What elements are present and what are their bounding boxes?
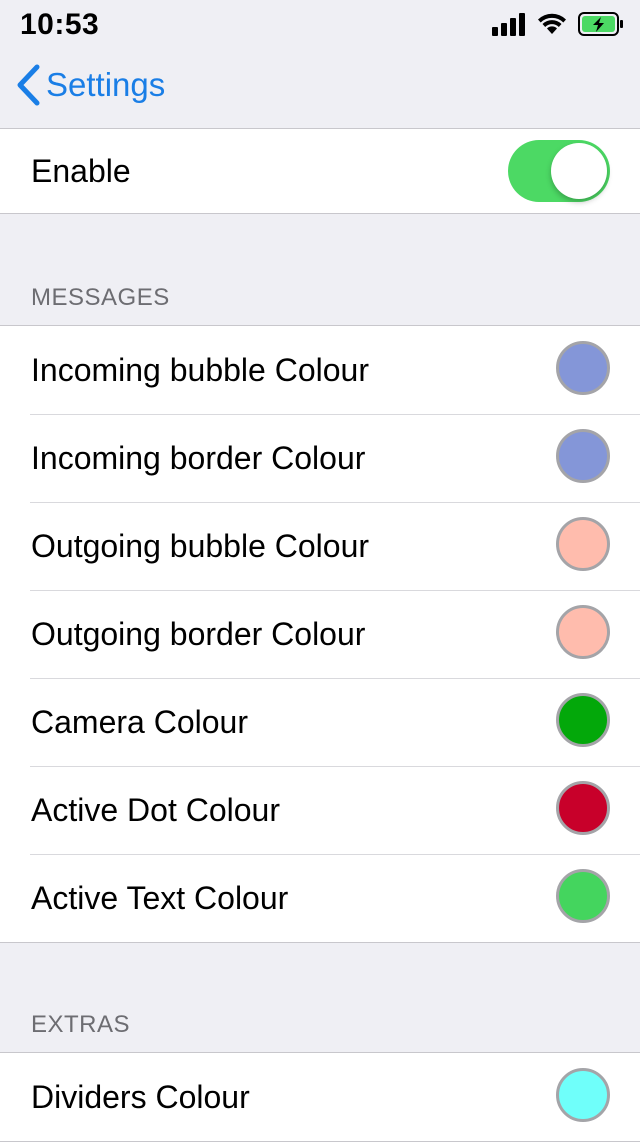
cellular-signal-icon: [492, 13, 525, 36]
navigation-bar: Settings: [0, 52, 640, 128]
setting-label: Active Dot Colour: [31, 791, 280, 828]
extras-section-header: EXTRAS: [31, 1011, 131, 1038]
status-time: 10:53: [20, 8, 100, 41]
setting-label: Incoming bubble Colour: [31, 351, 369, 388]
color-swatch[interactable]: [556, 429, 610, 483]
setting-label: Camera Colour: [31, 703, 248, 740]
color-swatch[interactable]: [556, 869, 610, 923]
setting-label: Outgoing border Colour: [31, 615, 366, 652]
setting-row-active-text-colour[interactable]: Active Text Colour: [0, 854, 640, 942]
setting-row-incoming-border-colour[interactable]: Incoming border Colour: [0, 414, 640, 502]
color-swatch[interactable]: [556, 693, 610, 747]
enable-toggle[interactable]: [508, 140, 610, 202]
setting-row-incoming-bubble-colour[interactable]: Incoming bubble Colour: [0, 326, 640, 414]
color-swatch[interactable]: [556, 781, 610, 835]
toggle-knob: [551, 143, 607, 199]
back-button-label: Settings: [46, 66, 166, 103]
battery-charging-icon: [578, 12, 623, 36]
back-button[interactable]: Settings: [16, 64, 165, 106]
color-swatch[interactable]: [556, 517, 610, 571]
status-icons: [492, 12, 624, 36]
wifi-icon: [538, 13, 566, 34]
setting-row-outgoing-border-colour[interactable]: Outgoing border Colour: [0, 590, 640, 678]
color-swatch[interactable]: [556, 341, 610, 395]
messages-group: Incoming bubble Colour Incoming border C…: [0, 325, 640, 943]
status-bar: 10:53: [0, 0, 640, 52]
setting-row-active-dot-colour[interactable]: Active Dot Colour: [0, 766, 640, 854]
enable-group: Enable: [0, 128, 640, 214]
enable-label: Enable: [31, 152, 131, 189]
setting-label: Outgoing bubble Colour: [31, 527, 370, 564]
setting-row-camera-colour[interactable]: Camera Colour: [0, 678, 640, 766]
extras-group: Dividers Colour: [0, 1052, 640, 1142]
color-swatch[interactable]: [556, 1068, 610, 1122]
setting-label: Dividers Colour: [31, 1078, 250, 1115]
color-swatch[interactable]: [556, 605, 610, 659]
messages-section-header: MESSAGES: [31, 284, 170, 311]
setting-row-outgoing-bubble-colour[interactable]: Outgoing bubble Colour: [0, 502, 640, 590]
setting-label: Active Text Colour: [31, 879, 289, 916]
enable-row: Enable: [0, 129, 640, 213]
chevron-left-icon: [17, 64, 40, 106]
setting-row-dividers-colour[interactable]: Dividers Colour: [0, 1053, 640, 1141]
setting-label: Incoming border Colour: [31, 439, 366, 476]
